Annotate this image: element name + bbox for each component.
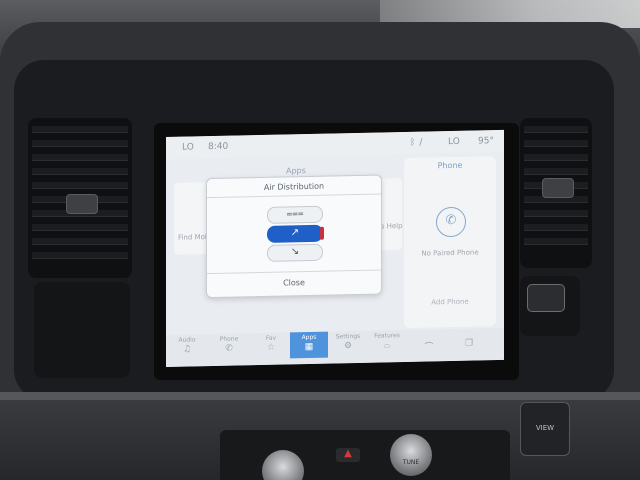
phone-panel[interactable]: Phone ✆ No Paired Phone Add Phone: [404, 156, 496, 329]
signal-icon: ∕: [419, 137, 427, 148]
close-button-label: Close: [283, 278, 305, 288]
status-icons: ᛒ∕: [410, 138, 426, 148]
left-air-vent[interactable]: [28, 118, 132, 278]
tune-knob-label: TUNE: [402, 459, 420, 466]
nav-apps[interactable]: Apps ▦: [290, 331, 328, 359]
passenger-temp-setting[interactable]: LO: [448, 137, 460, 147]
right-vent-knob[interactable]: [542, 178, 574, 198]
dashboard-scene: LO 8:40 ᛒ∕ LO 95° Apps Find Mob nos Help…: [0, 0, 640, 480]
music-note-icon: ♫: [182, 344, 192, 355]
defrost-airflow-option[interactable]: ⩶: [267, 205, 323, 224]
nav-climate[interactable]: ⌒: [410, 329, 448, 356]
right-air-vent[interactable]: [520, 118, 592, 268]
dialog-divider: [207, 193, 381, 199]
nav-fav-label: Fav: [265, 334, 277, 342]
infotainment-screen: LO 8:40 ᛒ∕ LO 95° Apps Find Mob nos Help…: [166, 129, 504, 367]
outside-temperature: 95°: [478, 136, 494, 147]
gear-icon: ⚙: [343, 341, 353, 352]
floor-airflow-icon: ↘: [290, 246, 300, 258]
view-button[interactable]: VIEW: [520, 402, 570, 456]
nav-apps-label: Apps: [301, 333, 317, 342]
close-button[interactable]: Close: [207, 271, 381, 295]
selected-edge-indicator: [320, 226, 324, 240]
phone-icon-circle[interactable]: ✆: [436, 206, 466, 238]
nav-fav[interactable]: Fav ☆: [252, 332, 290, 359]
nav-recent[interactable]: ❐: [450, 328, 488, 355]
right-panel-block: [520, 276, 580, 336]
tune-knob[interactable]: TUNE: [390, 434, 432, 476]
left-panel-block: [34, 282, 130, 378]
nav-settings[interactable]: Settings ⚙: [329, 331, 367, 358]
nav-audio-label: Audio: [178, 336, 196, 344]
car-icon: ⌓: [383, 340, 391, 351]
nav-features[interactable]: Features ⌓: [368, 330, 406, 357]
fan-icon: ⌒: [424, 342, 434, 353]
nav-settings-label: Settings: [335, 332, 361, 341]
grid-icon: ▦: [304, 341, 314, 353]
find-mobile-app-label: Find Mob: [178, 233, 210, 242]
defrost-icon: ⩶: [286, 208, 304, 220]
windows-icon: ❐: [464, 338, 474, 349]
add-phone-button[interactable]: Add Phone: [404, 297, 496, 307]
panel-airflow-option[interactable]: ↗: [267, 224, 324, 243]
phone-panel-title: Phone: [437, 160, 463, 171]
dialog-title: Air Distribution: [263, 181, 325, 192]
right-panel-button[interactable]: [527, 284, 565, 312]
nav-audio[interactable]: Audio ♫: [168, 334, 206, 361]
floor-airflow-option[interactable]: ↘: [267, 243, 323, 262]
apps-title: Apps: [286, 166, 306, 176]
hazard-icon: ▲: [344, 448, 352, 459]
clock: 8:40: [208, 141, 229, 153]
driver-temp-setting[interactable]: LO: [182, 142, 194, 152]
view-button-label: VIEW: [535, 424, 555, 432]
phone-icon: ✆: [445, 212, 457, 229]
no-paired-phone-text: No Paired Phone: [421, 248, 479, 258]
left-vent-knob[interactable]: [66, 194, 98, 214]
air-distribution-dialog: Air Distribution ⩶ ↗ ↘ Close: [206, 174, 382, 299]
phone-icon: ✆: [225, 343, 233, 354]
panel-airflow-icon: ↗: [290, 227, 300, 239]
nav-phone[interactable]: Phone ✆: [210, 333, 248, 360]
bluetooth-icon: ᛒ: [410, 137, 420, 148]
star-icon: ☆: [266, 342, 276, 353]
lower-dash-trim: [0, 392, 640, 400]
nav-phone-label: Phone: [219, 335, 239, 343]
nav-features-label: Features: [374, 332, 400, 340]
hazard-button[interactable]: ▲: [336, 448, 360, 462]
